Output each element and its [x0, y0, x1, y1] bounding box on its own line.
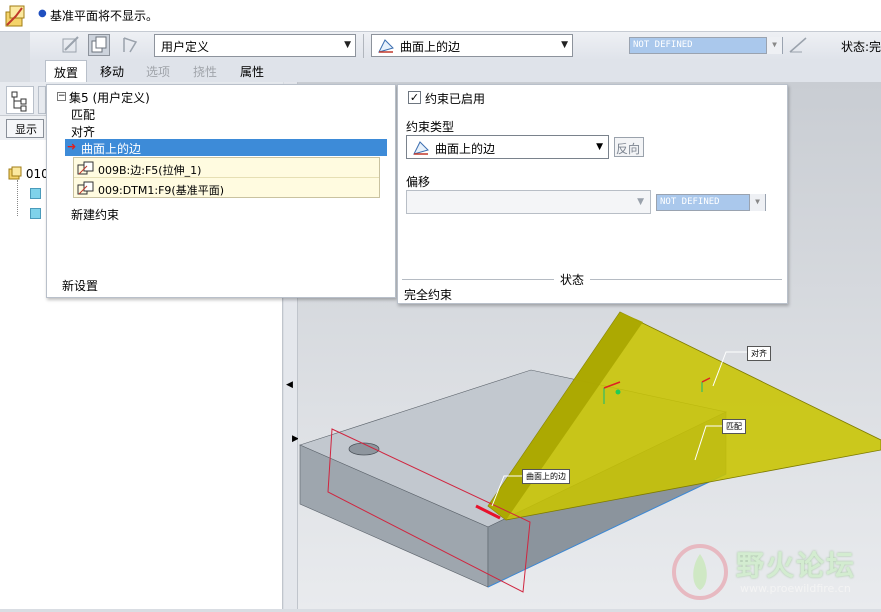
chevron-down-icon: ▼: [749, 194, 765, 211]
chevron-down-icon: ▼: [344, 40, 351, 50]
chevron-down-icon: ▼: [766, 37, 782, 54]
chevron-down-icon: ▼: [561, 40, 568, 50]
show-button[interactable]: 显示: [6, 119, 44, 138]
tab-move[interactable]: 移动: [100, 63, 124, 80]
chevron-down-icon: ▼: [637, 197, 644, 207]
offset-value-field: NOT DEFINED ▼: [629, 37, 783, 54]
tab-flexibility[interactable]: 挠性: [193, 63, 217, 80]
status-divider: [402, 279, 782, 280]
folder-tab[interactable]: [38, 86, 46, 114]
constraint-enabled-label: 约束已启用: [425, 92, 486, 106]
edge-on-surface-icon: [378, 39, 394, 53]
chevron-down-icon: ▼: [596, 142, 603, 152]
set-type-select[interactable]: 用户定义 ▼: [154, 34, 356, 57]
constraint-item-align[interactable]: 对齐: [71, 123, 95, 140]
constraint-item-match[interactable]: 匹配: [71, 106, 95, 123]
match-annotation: 匹配: [722, 419, 746, 434]
collapse-icon[interactable]: −: [57, 92, 66, 101]
tree-root-item[interactable]: 010: [8, 166, 49, 181]
placement-status: 状态:完: [840, 40, 881, 54]
tab-placement[interactable]: 放置: [45, 60, 88, 83]
offset-type-combo[interactable]: ▼: [406, 190, 651, 214]
dashboard-tabs: 放置 移动 选项 挠性 属性: [30, 60, 881, 83]
watermark: 野火论坛 www.proewildfire.cn: [670, 540, 880, 608]
tab-options[interactable]: 选项: [146, 63, 170, 80]
status-heading: 状态: [554, 271, 591, 288]
reference-item[interactable]: 009B:边:F5(拉伸_1): [74, 159, 379, 178]
assembly-icon: [8, 166, 22, 180]
constraint-type-heading: 约束类型: [406, 120, 455, 134]
plane-reference-icon: [77, 181, 94, 195]
connection-icon[interactable]: [120, 34, 142, 56]
tab-properties[interactable]: 属性: [240, 63, 264, 80]
constraint-enabled-checkbox[interactable]: ✓: [408, 91, 421, 104]
status-value: 完全约束: [404, 288, 453, 302]
constraint-set-header[interactable]: 集5 (用户定义): [69, 89, 150, 106]
reference-item[interactable]: 009:DTM1:F9(基准平面): [74, 179, 379, 198]
collapse-left-icon[interactable]: ◀: [286, 380, 293, 390]
part-icon[interactable]: [30, 188, 41, 199]
current-arrow-icon: ➜: [67, 140, 77, 153]
reference-collector[interactable]: 009B:边:F5(拉伸_1) 009:DTM1:F9(基准平面): [73, 157, 380, 198]
new-set-link[interactable]: 新设置: [62, 277, 98, 294]
model-tree-tab[interactable]: [6, 86, 34, 114]
edge-on-surface-icon: [413, 141, 429, 155]
watermark-title: 野火论坛: [736, 549, 857, 582]
watermark-logo-icon: [672, 544, 728, 600]
edge-on-surface-annotation: 曲面上的边: [522, 469, 570, 484]
component-placement-icon[interactable]: [60, 34, 82, 56]
copy-component-icon[interactable]: [88, 34, 110, 56]
message-bullet-icon: ●: [38, 8, 47, 19]
watermark-url: www.proewildfire.cn: [740, 582, 851, 595]
tree-icon: [11, 91, 27, 112]
constraint-panel: ✓ 约束已启用 约束类型 曲面上的边 ▼ 反向 偏移 ▼ NOT DEFINED…: [397, 84, 788, 304]
flip-offset-icon[interactable]: [788, 36, 810, 58]
constraint-type-select[interactable]: 曲面上的边 ▼: [371, 34, 573, 57]
align-annotation: 对齐: [747, 346, 771, 361]
offset-heading: 偏移: [406, 175, 431, 189]
constraint-type-combo[interactable]: 曲面上的边 ▼: [406, 135, 609, 159]
placement-panel: − 集5 (用户定义) 匹配 对齐 ➜ 曲面上的边 009B:边:F5(拉伸_1…: [46, 84, 396, 298]
constraint-item-edge-on-surface[interactable]: ➜ 曲面上的边: [65, 139, 387, 156]
assembly-icon: [4, 4, 28, 28]
toolbar-divider: [363, 34, 364, 58]
flip-button[interactable]: 反向: [614, 137, 644, 157]
message-bar: ● 基准平面将不显示。: [0, 0, 881, 32]
new-constraint-link[interactable]: 新建约束: [71, 206, 119, 223]
part-icon[interactable]: [30, 208, 41, 219]
offset-value-field: NOT DEFINED ▼: [656, 194, 766, 211]
tree-connector: [17, 180, 18, 216]
message-text: 基准平面将不显示。: [50, 9, 159, 23]
dashboard-toolbar: 用户定义 ▼ 曲面上的边 ▼ NOT DEFINED ▼ 状态:完: [30, 32, 881, 60]
edge-reference-icon: [77, 161, 94, 175]
